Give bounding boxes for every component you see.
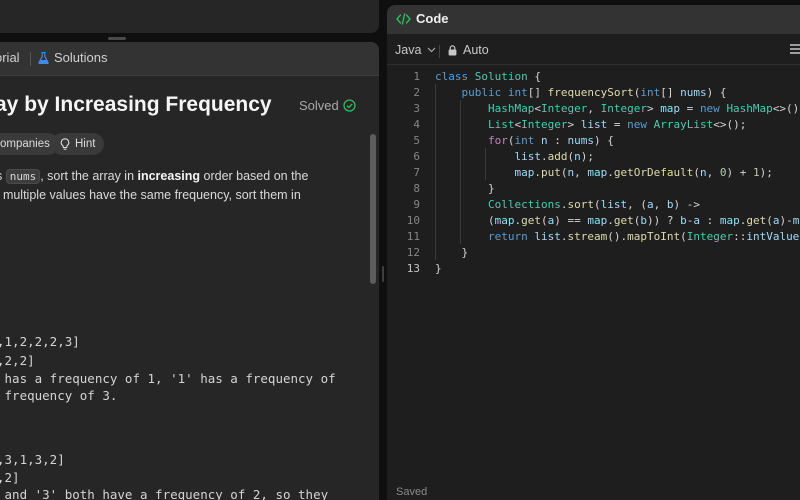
save-status: Saved [396, 486, 428, 498]
description-scrollbar[interactable] [370, 134, 376, 284]
solved-label: Solved [299, 98, 339, 113]
check-circle-icon [343, 99, 356, 112]
code-line[interactable]: class Solution { [435, 70, 541, 83]
tab-divider [30, 52, 31, 66]
code-panel: Code Java Auto 1 2 3 4 5 6 7 8 9 10 11 1… [387, 5, 800, 500]
tab-solutions-label: Solutions [54, 50, 108, 65]
splitter-grip[interactable] [382, 266, 384, 282]
code-line[interactable]: for(int n : nums) { [435, 134, 614, 147]
line-number: 3 [413, 102, 420, 115]
line-number: 10 [406, 214, 420, 227]
desc-bold-increasing: increasing [137, 169, 201, 183]
code-line[interactable]: map.put(n, map.getOrDefault(n, 0) + 1); [435, 166, 772, 179]
problem-title: ay by Increasing Frequency [0, 93, 272, 116]
example-1-input: ,1,2,2,2,3] [0, 334, 80, 349]
line-number: 12 [406, 246, 420, 259]
code-line[interactable]: list.add(n); [435, 150, 594, 163]
line-number: 9 [413, 198, 420, 211]
flask-icon [38, 51, 49, 64]
code-editor[interactable]: 1 2 3 4 5 6 7 8 9 10 11 12 13 class Solu… [387, 68, 800, 468]
line-number: 5 [413, 134, 420, 147]
code-line[interactable]: List<Integer> list = new ArrayList<>(); [435, 118, 746, 131]
auto-format-toggle[interactable]: Auto [448, 43, 489, 57]
desc-text: order based on the [200, 169, 309, 183]
line-number: 11 [406, 230, 420, 243]
example-1-explanation-cont: frequency of 3. [0, 388, 118, 403]
chevron-down-icon [427, 47, 436, 53]
line-number: 1 [413, 70, 420, 83]
code-line[interactable]: Collections.sort(list, (a, b) -> [435, 198, 700, 211]
code-line[interactable]: public int[] frequencySort(int[] nums) { [435, 86, 727, 99]
hint-chip-label: Hint [75, 138, 96, 150]
desc-text: s [0, 169, 6, 183]
tab-editorial[interactable]: orial [0, 50, 20, 65]
code-panel-header: Code [387, 5, 800, 34]
panel-splitter[interactable] [379, 0, 387, 500]
tab-solutions[interactable]: Solutions [38, 50, 107, 65]
code-line[interactable]: } [435, 246, 468, 259]
line-number-active: 13 [406, 262, 420, 275]
top-panel-strip [0, 0, 379, 33]
language-select-value: Java [395, 43, 422, 57]
menu-icon[interactable] [790, 44, 800, 54]
hint-chip[interactable]: Hint [51, 133, 105, 155]
line-number: 7 [413, 166, 420, 179]
description-line-2: f multiple values have the same frequenc… [0, 188, 301, 202]
code-panel-title: Code [396, 11, 449, 26]
companies-chip-label: ompanies [0, 138, 50, 150]
example-2-explanation: and '3' both have a frequency of 2, so t… [0, 487, 329, 500]
toolbar-divider [439, 45, 440, 58]
code-line[interactable]: } [435, 182, 495, 195]
desc-text: , sort the array in [40, 169, 138, 183]
problem-panel: orial Solutions ay by Increasing Frequen… [0, 42, 379, 500]
solved-status: Solved [299, 98, 356, 113]
code-brackets-icon [396, 12, 411, 25]
line-number: 2 [413, 86, 420, 99]
line-number: 8 [413, 182, 420, 195]
example-2-input: ,3,1,3,2] [0, 452, 65, 467]
code-line[interactable]: return list.stream().mapToInt(Integer::i… [435, 230, 800, 243]
example-2-output: ,2] [0, 470, 20, 485]
line-number: 4 [413, 118, 420, 131]
example-1-explanation: has a frequency of 1, '1' has a frequenc… [0, 371, 336, 386]
inline-code-nums: nums [5, 169, 41, 184]
line-number: 6 [413, 150, 420, 163]
code-line[interactable]: } [435, 262, 442, 275]
editor-toolbar: Java Auto [387, 34, 800, 65]
problem-tabs: orial Solutions [0, 42, 379, 76]
code-line[interactable]: (map.get(a) == map.get(b)) ? b-a : map.g… [435, 214, 800, 227]
code-panel-title-label: Code [416, 11, 449, 26]
lock-icon [448, 44, 457, 55]
vertical-resize-handle[interactable] [108, 37, 126, 40]
code-line[interactable]: HashMap<Integer, Integer> map = new Hash… [435, 102, 800, 115]
example-1-output: ,2,2] [0, 353, 35, 368]
language-select[interactable]: Java [395, 43, 436, 57]
problem-description: s nums, sort the array in increasing ord… [0, 167, 376, 205]
bulb-icon [60, 138, 70, 150]
description-line-1: s nums, sort the array in increasing ord… [0, 167, 376, 186]
auto-format-label: Auto [463, 43, 489, 57]
